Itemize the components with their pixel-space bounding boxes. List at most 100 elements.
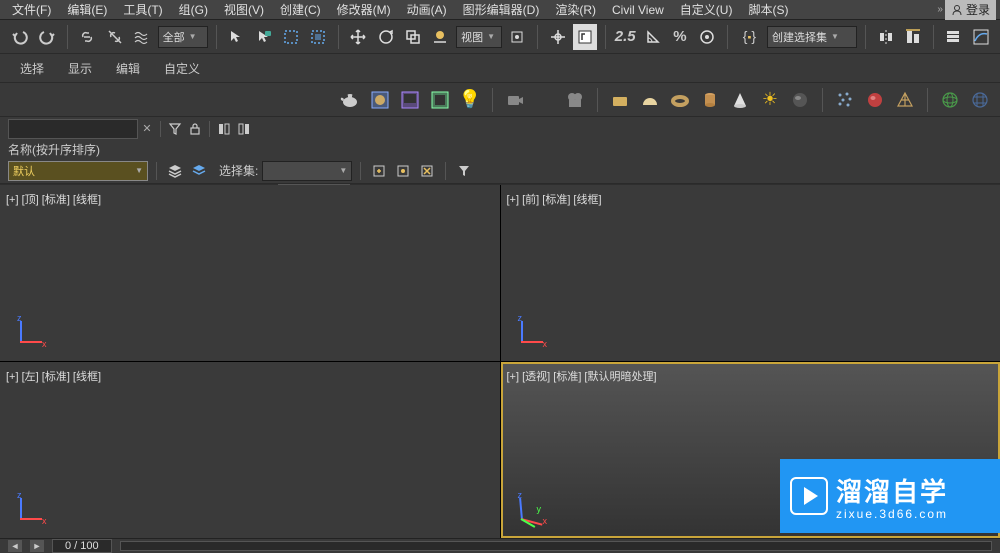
display-columns2-icon[interactable] xyxy=(234,119,254,139)
keyboard-shortcut-button[interactable] xyxy=(573,24,596,50)
sphere-red-icon[interactable] xyxy=(863,88,887,112)
viewport-left[interactable]: [+] [左] [标准] [线框] zx xyxy=(0,362,500,538)
link-button[interactable] xyxy=(76,24,99,50)
login-button[interactable]: 登录 xyxy=(945,0,996,20)
dome-icon[interactable] xyxy=(638,88,662,112)
render-setup-icon[interactable] xyxy=(398,88,422,112)
timeline-track[interactable] xyxy=(120,541,992,551)
axis-gizmo-icon: zxy xyxy=(513,488,553,528)
torus-icon[interactable] xyxy=(668,88,692,112)
curve-editor-button[interactable] xyxy=(969,24,992,50)
angle-snap-button[interactable] xyxy=(641,24,664,50)
placement-button[interactable] xyxy=(429,24,452,50)
select-window-crossing-button[interactable] xyxy=(307,24,330,50)
layer-props-icon[interactable] xyxy=(189,161,209,181)
half-moon-icon[interactable] xyxy=(533,88,557,112)
timeline-next-button[interactable]: ► xyxy=(30,540,44,552)
menu-view[interactable]: 视图(V) xyxy=(216,0,272,20)
frame-counter: 0 / 100 xyxy=(52,539,112,553)
menu-overflow-icon[interactable]: » xyxy=(935,4,945,15)
mirror-button[interactable] xyxy=(874,24,897,50)
film-icon[interactable] xyxy=(563,88,587,112)
menu-group[interactable]: 组(G) xyxy=(171,0,216,20)
default-layer-dropdown[interactable]: 默认▼ xyxy=(8,161,148,181)
camera-icon[interactable] xyxy=(503,88,527,112)
layer-stack-icon[interactable] xyxy=(165,161,185,181)
menu-script[interactable]: 脚本(S) xyxy=(740,0,796,20)
cone-icon[interactable] xyxy=(728,88,752,112)
selset-action2-icon[interactable] xyxy=(393,161,413,181)
menu-tools[interactable]: 工具(T) xyxy=(115,0,170,20)
status-bar: ◄ ► 0 / 100 xyxy=(0,538,1000,553)
sphere-dark-icon[interactable] xyxy=(788,88,812,112)
timeline-prev-button[interactable]: ◄ xyxy=(8,540,22,552)
selset-action1-icon[interactable] xyxy=(369,161,389,181)
named-sel-set-edit-button[interactable]: {⬝} xyxy=(736,24,763,50)
geosphere-blue-icon[interactable] xyxy=(968,88,992,112)
selset-action3-icon[interactable] xyxy=(417,161,437,181)
menu-bar: 文件(F) 编辑(E) 工具(T) 组(G) 视图(V) 创建(C) 修改器(M… xyxy=(0,0,1000,20)
undo-button[interactable] xyxy=(8,24,31,50)
menu-customize[interactable]: 自定义(U) xyxy=(672,0,741,20)
axis-gizmo-icon: zx xyxy=(513,311,553,351)
bind-spacewarp-button[interactable] xyxy=(130,24,153,50)
menu-edit[interactable]: 编辑(E) xyxy=(59,0,115,20)
menu-render[interactable]: 渲染(R) xyxy=(547,0,604,20)
viewport-left-label: [+] [左] [标准] [线框] xyxy=(6,368,101,384)
material-editor-icon[interactable] xyxy=(368,88,392,112)
particles-icon[interactable] xyxy=(833,88,857,112)
menu-modifier[interactable]: 修改器(M) xyxy=(329,0,399,20)
name-search-input[interactable] xyxy=(8,119,138,139)
select-object-button[interactable] xyxy=(225,24,248,50)
selset-label: 选择集: xyxy=(219,162,258,179)
cylinder-icon[interactable] xyxy=(698,88,722,112)
unlink-button[interactable] xyxy=(103,24,126,50)
tab-edit[interactable]: 编辑 xyxy=(104,56,152,81)
rotate-button[interactable] xyxy=(374,24,397,50)
clear-search-button[interactable]: ✕ xyxy=(138,120,156,138)
tab-custom[interactable]: 自定义 xyxy=(152,56,212,81)
sun-icon[interactable]: ☀ xyxy=(758,88,782,112)
selection-filter-dropdown[interactable]: 全部▼ xyxy=(158,26,208,48)
select-region-rect-button[interactable] xyxy=(279,24,302,50)
tab-select[interactable]: 选择 xyxy=(8,56,56,81)
align-button[interactable] xyxy=(901,24,924,50)
viewport-top-label: [+] [顶] [标准] [线框] xyxy=(6,191,101,207)
filter-row: 默认▼ 选择集: ▼ xyxy=(0,158,1000,184)
teapot-icon[interactable] xyxy=(338,88,362,112)
watermark-url: zixue.3d66.com xyxy=(836,507,948,521)
ref-coord-dropdown[interactable]: 视图▼ xyxy=(456,26,502,48)
funnel-icon[interactable] xyxy=(454,161,474,181)
pyramid-wire-icon[interactable] xyxy=(893,88,917,112)
viewport-persp-label: [+] [透视] [标准] [默认明暗处理] xyxy=(507,368,657,384)
menu-civil-view[interactable]: Civil View xyxy=(604,1,672,19)
plane-icon[interactable] xyxy=(608,88,632,112)
main-toolbar: 全部▼ 视图▼ 2.5 % {⬝} 创建选择集▼ xyxy=(0,20,1000,54)
display-columns1-icon[interactable] xyxy=(214,119,234,139)
filter-icon[interactable] xyxy=(165,119,185,139)
login-label: 登录 xyxy=(966,1,990,18)
select-by-name-button[interactable] xyxy=(252,24,275,50)
snap-25-button[interactable]: 2.5 xyxy=(614,24,637,50)
lock-icon[interactable] xyxy=(185,119,205,139)
percent-snap-button[interactable]: % xyxy=(668,24,691,50)
viewport-front[interactable]: [+] [前] [标准] [线框] zx xyxy=(501,185,1000,361)
menu-animation[interactable]: 动画(A) xyxy=(399,0,455,20)
select-manipulate-button[interactable] xyxy=(546,24,569,50)
geosphere-green-icon[interactable] xyxy=(938,88,962,112)
menu-create[interactable]: 创建(C) xyxy=(272,0,329,20)
render-icon[interactable]: 💡 xyxy=(458,88,482,112)
scale-button[interactable] xyxy=(401,24,424,50)
render-frame-icon[interactable] xyxy=(428,88,452,112)
use-pivot-button[interactable] xyxy=(506,24,529,50)
menu-file[interactable]: 文件(F) xyxy=(4,0,59,20)
redo-button[interactable] xyxy=(35,24,58,50)
menu-graph-editor[interactable]: 图形编辑器(D) xyxy=(455,0,548,20)
move-button[interactable] xyxy=(347,24,370,50)
viewport-top[interactable]: [+] [顶] [标准] [线框] zx xyxy=(0,185,500,361)
named-sel-set-dropdown[interactable]: 创建选择集▼ xyxy=(767,26,857,48)
selset-dropdown[interactable]: ▼ xyxy=(262,161,352,181)
tab-display[interactable]: 显示 xyxy=(56,56,104,81)
spinner-snap-button[interactable] xyxy=(696,24,719,50)
layer-explorer-button[interactable] xyxy=(941,24,964,50)
